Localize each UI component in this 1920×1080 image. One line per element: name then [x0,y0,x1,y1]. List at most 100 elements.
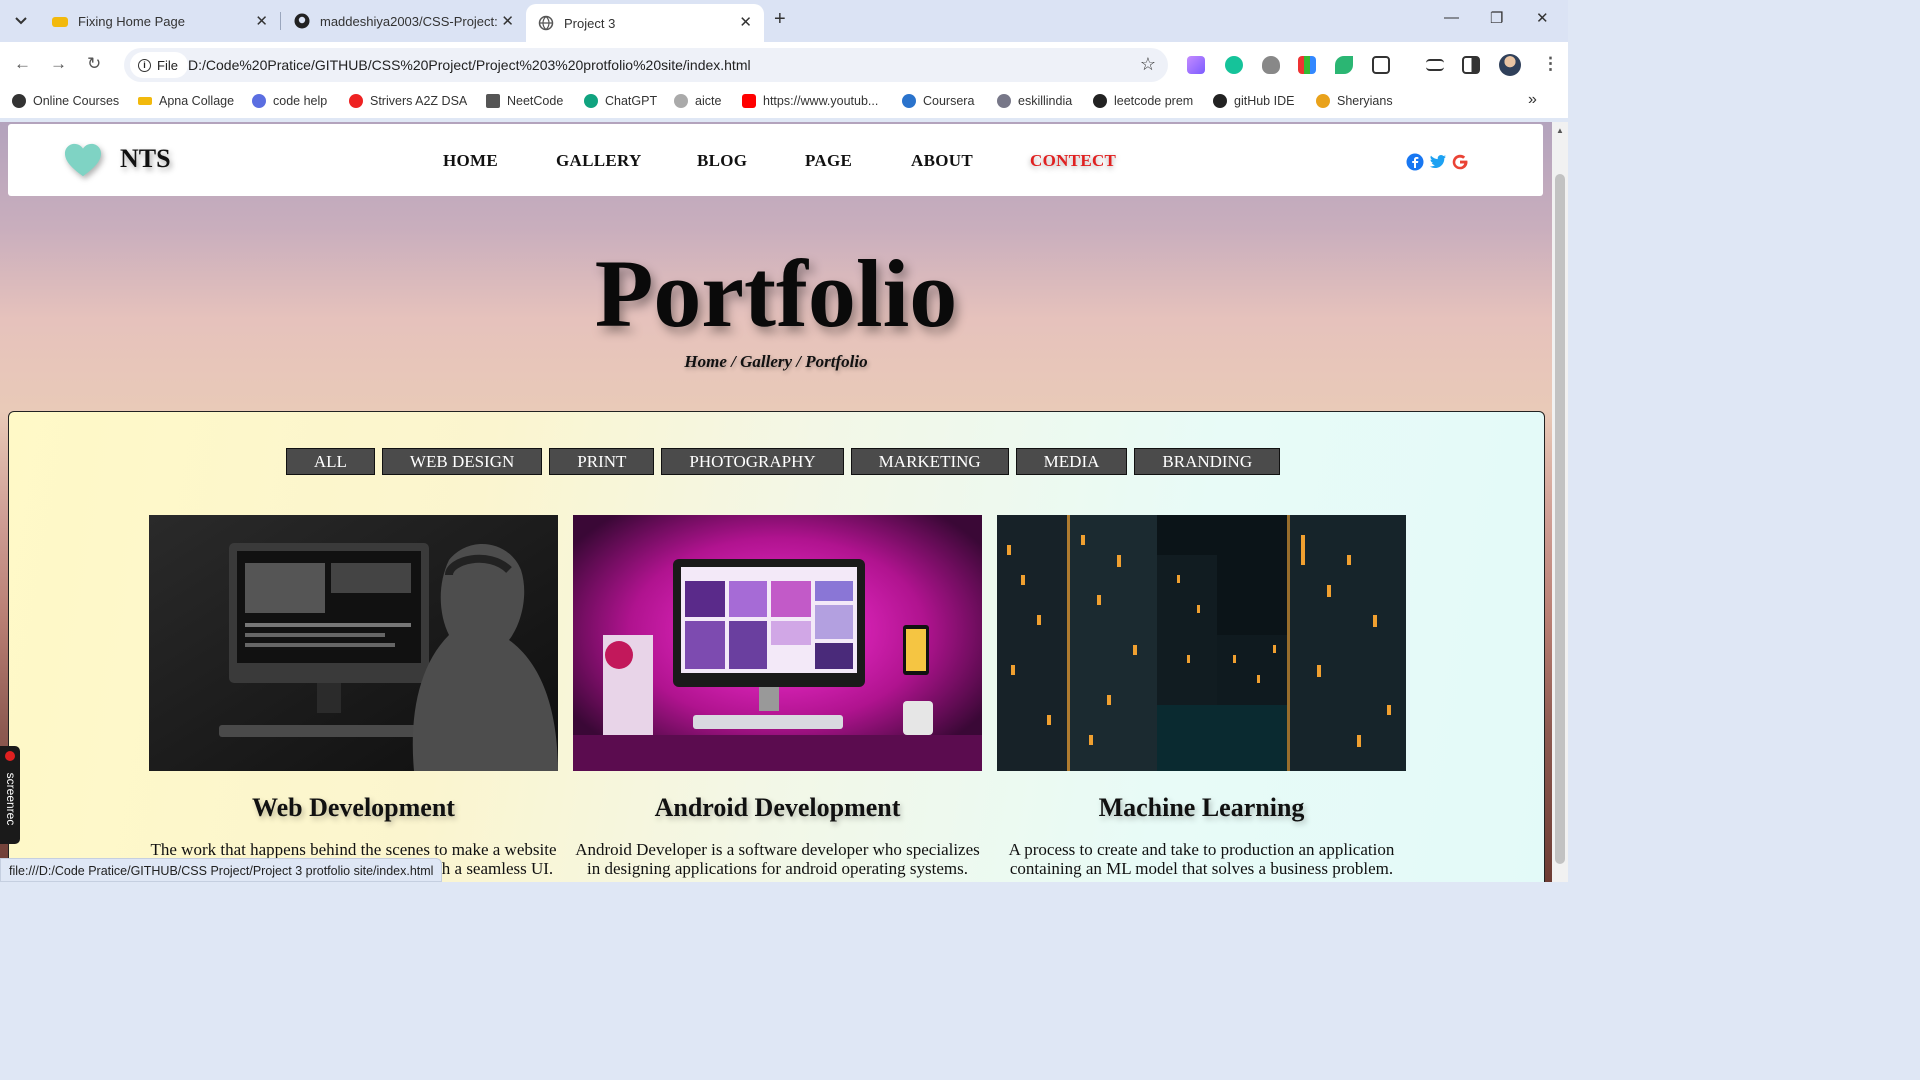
scroll-up-arrow-icon[interactable]: ▲ [1556,126,1564,135]
twitter-icon[interactable] [1429,153,1447,171]
filter-all-button[interactable]: ALL [285,448,375,475]
filter-web-design-button[interactable]: WEB DESIGN [381,448,543,475]
browser-tab-strip: Fixing Home Page ✕ maddeshiya2003/CSS-Pr… [0,0,1568,42]
screenrec-widget[interactable]: screenrec [0,746,20,844]
tab-title: Fixing Home Page [78,13,185,29]
globe-icon [538,15,554,31]
close-tab-icon[interactable]: ✕ [501,12,514,30]
back-arrow-icon[interactable]: ← [14,54,31,74]
bookmark-icon [997,94,1011,108]
site-navbar: NTS HOME GALLERY BLOG PAGE ABOUT CONTECT [8,124,1543,196]
close-tab-icon[interactable]: ✕ [255,12,268,30]
extension-icon[interactable] [1187,56,1205,74]
bookmark-item[interactable]: Coursera [902,94,974,108]
bookmark-item[interactable]: Sheryians [1316,94,1393,108]
url-scheme-label: File [157,57,178,73]
bookmarks-bar: Online Courses Apna Collage code help St… [0,88,1568,118]
site-info-chip[interactable]: i File [130,52,188,78]
bookmark-item[interactable]: leetcode prem [1093,94,1193,108]
browser-tab-active[interactable]: Project 3 ✕ [526,4,764,42]
filter-branding-button[interactable]: BRANDING [1134,448,1281,475]
scrollbar-thumb[interactable] [1555,174,1565,864]
tab-title: maddeshiya2003/CSS-Project: T [320,13,498,29]
bookmark-icon [486,94,500,108]
status-bar-url: file:///D:/Code Pratice/GITHUB/CSS Proje… [0,858,443,882]
bookmark-icon [252,94,266,108]
bookmark-item[interactable]: code help [252,94,327,108]
minimize-icon[interactable]: — [1444,9,1459,26]
nav-home[interactable]: HOME [443,151,498,171]
bookmark-item[interactable]: gitHub IDE [1213,94,1294,108]
profile-avatar[interactable] [1499,54,1521,76]
heart-logo-icon [64,143,102,177]
card-description: Android Developer is a software develope… [575,840,980,878]
chevron-down-icon [15,17,27,25]
card-title: Android Development [654,793,901,822]
page-viewport: NTS HOME GALLERY BLOG PAGE ABOUT CONTECT… [0,122,1552,882]
android-development-image [573,515,982,771]
bookmark-item[interactable]: aicte [674,94,721,108]
nav-blog[interactable]: BLOG [697,151,747,171]
tab-title: Project 3 [564,15,616,31]
menu-dots-icon[interactable]: ⋮ [1542,54,1559,74]
bookmark-item[interactable]: Strivers A2Z DSA [349,94,467,108]
leaf-extension-icon[interactable] [1335,56,1353,74]
portfolio-card-machine-learning[interactable]: Machine Learning A process to create and… [997,515,1406,878]
web-development-image [149,515,558,771]
filter-photography-button[interactable]: PHOTOGRAPHY [661,448,844,475]
page-scrollbar[interactable]: ▲ [1552,122,1568,882]
nav-contact[interactable]: CONTECT [1030,151,1116,171]
nav-about[interactable]: ABOUT [911,151,973,171]
grammarly-icon[interactable] [1225,56,1243,74]
bookmark-item[interactable]: NeetCode [486,94,563,108]
bookmark-item[interactable]: ChatGPT [584,94,657,108]
bookmarks-overflow-icon[interactable]: » [1528,91,1537,109]
github-icon [1093,94,1107,108]
bookmark-icon [584,94,598,108]
filter-marketing-button[interactable]: MARKETING [850,448,1009,475]
facebook-icon[interactable] [1406,153,1424,171]
filter-bar: ALL WEB DESIGN PRINT PHOTOGRAPHY MARKETI… [9,448,1546,475]
bookmark-item[interactable]: eskillindia [997,94,1072,108]
nav-page[interactable]: PAGE [805,151,852,171]
screenrec-label: screenrec [4,772,18,826]
bookmark-item[interactable]: Apna Collage [138,94,234,108]
restore-icon[interactable]: ❐ [1490,9,1503,27]
machine-learning-image [997,515,1406,771]
side-panel-icon[interactable] [1462,56,1480,74]
filter-print-button[interactable]: PRINT [549,448,655,475]
record-dot-icon [5,751,15,761]
tab-search-button[interactable] [8,8,34,34]
window-close-icon[interactable]: ✕ [1536,9,1549,27]
tab-divider [280,12,281,30]
browser-toolbar: ← → ↻ i File D:/Code%20Pratice/GITHUB/CS… [0,42,1568,88]
bug-extension-icon[interactable] [1262,56,1280,74]
nav-gallery[interactable]: GALLERY [556,151,642,171]
media-queue-icon[interactable] [1426,59,1444,71]
close-tab-icon[interactable]: ✕ [739,13,752,31]
breadcrumb: Home / Gallery / Portfolio [684,352,868,371]
filter-media-button[interactable]: MEDIA [1015,448,1128,475]
bookmark-item[interactable]: https://www.youtub... [742,94,878,108]
bookmark-icon [349,94,363,108]
bookmark-star-icon[interactable]: ☆ [1140,54,1156,75]
puzzle-extensions-icon[interactable] [1372,56,1390,74]
browser-tab-1[interactable]: Fixing Home Page ✕ [40,6,280,36]
new-tab-icon[interactable]: + [774,8,786,31]
google-icon[interactable] [1451,153,1469,171]
browser-tab-2[interactable]: maddeshiya2003/CSS-Project: T ✕ [282,6,526,36]
bookmark-icon [138,97,152,105]
address-bar[interactable]: i File D:/Code%20Pratice/GITHUB/CSS%20Pr… [124,48,1168,82]
url-text[interactable]: D:/Code%20Pratice/GITHUB/CSS%20Project/P… [188,57,751,73]
card-description: A process to create and take to producti… [1008,840,1395,878]
github-icon [1213,94,1227,108]
bookmark-item[interactable]: Online Courses [12,94,119,108]
color-extension-icon[interactable] [1298,56,1316,74]
portfolio-card-android-development[interactable]: Android Development Android Developer is… [573,515,982,878]
site-logo-text[interactable]: NTS [120,144,171,174]
portfolio-panel: ALL WEB DESIGN PRINT PHOTOGRAPHY MARKETI… [8,411,1545,882]
portfolio-card-web-development[interactable]: Web Development The work that happens be… [149,515,558,878]
forward-arrow-icon[interactable]: → [50,54,67,74]
folder-favicon-icon [52,17,68,27]
reload-icon[interactable]: ↻ [87,54,101,74]
